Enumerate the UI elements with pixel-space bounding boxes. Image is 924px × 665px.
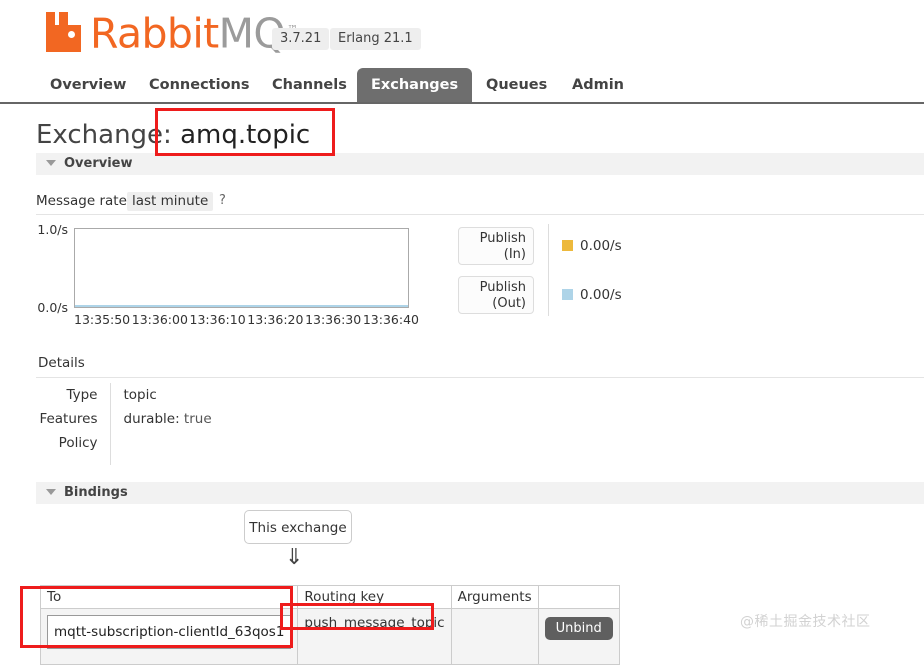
column-header-to: To	[39, 585, 299, 609]
bindings-table: To Routing key Arguments mqtt-subscripti…	[39, 585, 620, 665]
main-navigation: Overview Connections Channels Exchanges …	[0, 68, 924, 104]
unbind-button[interactable]: Unbind	[544, 617, 613, 640]
chart-xtick: 13:36:20	[247, 312, 304, 327]
details-type-label: Type	[36, 383, 111, 407]
publish-out-box[interactable]: Publish (Out)	[458, 276, 534, 314]
help-icon[interactable]: ?	[219, 193, 226, 208]
chart-ytick-max: 1.0/s	[37, 222, 68, 237]
publish-out-rate: 0.00/s	[580, 287, 622, 303]
details-table: Type topic Features durable: true Policy	[36, 383, 212, 465]
chart-zero-baseline	[75, 305, 408, 307]
tab-admin[interactable]: Admin	[558, 68, 638, 102]
chart-xtick: 13:36:30	[305, 312, 362, 327]
tab-queues[interactable]: Queues	[472, 68, 561, 102]
binding-routing-key-value: push_message_topic	[304, 615, 445, 631]
logo-wordmark: RabbitMQ™	[90, 9, 298, 55]
table-row: Type topic	[36, 383, 212, 407]
publish-in-box[interactable]: Publish (In)	[458, 227, 534, 265]
chart-ytick-min: 0.0/s	[37, 300, 68, 315]
details-features-label: Features	[36, 407, 111, 431]
binding-action-cell: Unbind	[537, 608, 620, 665]
details-features-value: durable: true	[110, 407, 212, 431]
details-label: Details	[38, 355, 85, 371]
table-row: Features durable: true	[36, 407, 212, 431]
tab-exchanges[interactable]: Exchanges	[357, 68, 473, 102]
publish-in-label-line2: (In)	[503, 247, 526, 262]
details-policy-label: Policy	[36, 431, 111, 465]
section-label-bindings: Bindings	[64, 485, 128, 500]
page-title: Exchange: amq.topic	[36, 120, 310, 150]
page-title-prefix: Exchange:	[36, 120, 172, 150]
section-header-bindings[interactable]: Bindings	[36, 482, 924, 504]
message-rates-label: Message rates	[36, 193, 134, 209]
legend-swatch-icon	[562, 240, 573, 251]
chart-xtick: 13:36:10	[189, 312, 246, 327]
erlang-version-badge: Erlang 21.1	[330, 28, 421, 50]
binding-to-cell: mqtt-subscription-clientId_63qos1	[39, 608, 299, 665]
page-header: RabbitMQ™ 3.7.21 Erlang 21.1	[0, 0, 924, 68]
divider	[36, 214, 924, 215]
table-header-row: To Routing key Arguments	[39, 585, 620, 609]
rabbitmq-management-page: RabbitMQ™ 3.7.21 Erlang 21.1 Overview Co…	[0, 0, 924, 665]
logo-text-rabbit: Rabbit	[90, 9, 219, 58]
details-type-value: topic	[123, 387, 157, 403]
binding-routing-key-cell: push_message_topic	[297, 608, 452, 665]
column-header-actions	[537, 585, 620, 609]
version-badge: 3.7.21	[272, 28, 330, 50]
column-header-routing-key: Routing key	[297, 585, 452, 609]
watermark: @稀土掘金技术社区	[740, 614, 871, 630]
tab-channels[interactable]: Channels	[258, 68, 361, 102]
section-label-overview: Overview	[64, 156, 133, 171]
divider	[36, 377, 924, 378]
feature-key: durable:	[123, 411, 180, 427]
section-header-overview[interactable]: Overview	[36, 153, 924, 175]
this-exchange-node: This exchange	[244, 510, 352, 544]
divider	[548, 224, 549, 316]
publish-in-rate: 0.00/s	[580, 238, 622, 254]
chart-xaxis-labels: 13:35:50 13:36:00 13:36:10 13:36:20 13:3…	[74, 312, 419, 327]
double-down-arrow-icon: ⇓	[285, 545, 304, 570]
chart-xtick: 13:36:40	[362, 312, 419, 327]
message-rates-chart: 1.0/s 0.0/s 13:35:50 13:36:00 13:36:10 1…	[36, 222, 436, 327]
rabbitmq-logo[interactable]: RabbitMQ™	[44, 9, 298, 55]
chevron-down-icon	[46, 159, 56, 166]
feature-value: true	[183, 411, 212, 427]
chart-plot-area	[74, 228, 409, 308]
exchange-name: amq.topic	[180, 120, 311, 150]
legend-swatch-icon	[562, 289, 573, 300]
publish-out-label-line2: (Out)	[492, 296, 526, 311]
publish-out-label-line1: Publish	[479, 280, 526, 295]
binding-arguments-cell	[450, 608, 539, 665]
column-header-arguments: Arguments	[450, 585, 539, 609]
table-row: mqtt-subscription-clientId_63qos1 push_m…	[39, 608, 620, 665]
tab-overview[interactable]: Overview	[36, 68, 140, 102]
legend-publish-in: 0.00/s	[562, 238, 622, 254]
rabbitmq-logo-icon	[44, 11, 88, 53]
publish-in-label-line1: Publish	[479, 231, 526, 246]
chart-xtick: 13:35:50	[74, 312, 131, 327]
table-row: Policy	[36, 431, 212, 465]
binding-to-value[interactable]: mqtt-subscription-clientId_63qos1	[47, 615, 292, 649]
rates-period-selector[interactable]: last minute	[127, 192, 214, 211]
tab-connections[interactable]: Connections	[135, 68, 264, 102]
details-policy-value	[110, 431, 212, 465]
chart-xtick: 13:36:00	[131, 312, 188, 327]
legend-publish-out: 0.00/s	[562, 287, 622, 303]
chevron-down-icon	[46, 488, 56, 495]
